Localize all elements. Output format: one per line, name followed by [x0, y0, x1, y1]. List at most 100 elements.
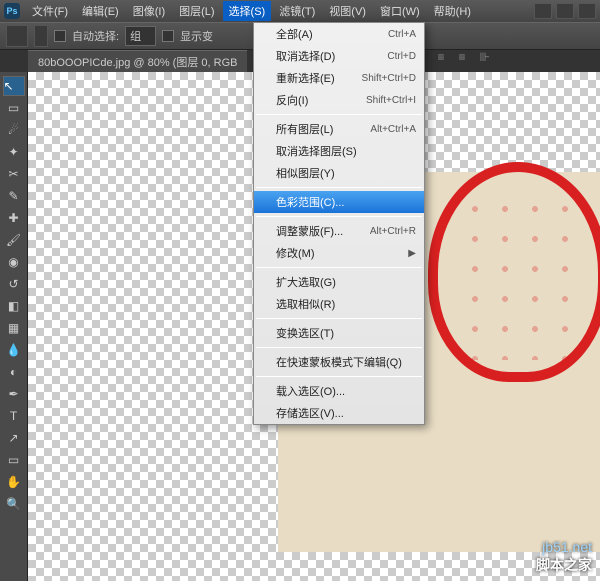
wand-tool[interactable]: ✦ [3, 142, 25, 162]
menu-item-label: 扩大选取(G) [276, 274, 336, 290]
watermark: jb51.net 脚本之家 [536, 539, 592, 575]
seal-graphic [428, 162, 600, 382]
screen-mode-button[interactable] [556, 3, 574, 19]
menu-separator [256, 114, 422, 115]
pen-tool[interactable]: ✒ [3, 384, 25, 404]
marquee-tool[interactable]: ▭ [3, 98, 25, 118]
menu-dropdown-item[interactable]: 取消选择(D) Ctrl+D [254, 45, 424, 67]
menu-item-label: 全部(A) [276, 26, 313, 42]
menu-dropdown-item[interactable]: 存储选区(V)... [254, 402, 424, 424]
menu-item[interactable]: 图层(L) [173, 1, 220, 21]
align-icon[interactable]: ≡ [459, 50, 466, 64]
menu-item[interactable]: 滤镜(T) [273, 1, 321, 21]
menu-dropdown-item[interactable]: 在快速蒙板模式下编辑(Q) [254, 351, 424, 373]
show-transform-checkbox[interactable] [162, 30, 174, 42]
auto-select-label: 自动选择: [72, 28, 119, 44]
align-icon[interactable]: ⊪ [480, 50, 490, 64]
menu-item-label: 取消选择图层(S) [276, 143, 357, 159]
arrange-button[interactable] [578, 3, 596, 19]
path-tool[interactable]: ↗ [3, 428, 25, 448]
workspace-button[interactable] [534, 3, 552, 19]
menu-item[interactable]: 窗口(W) [374, 1, 426, 21]
watermark-text: 脚本之家 [536, 555, 592, 575]
menu-dropdown-item[interactable]: 所有图层(L) Alt+Ctrl+A [254, 118, 424, 140]
menu-item-label: 载入选区(O)... [276, 383, 345, 399]
align-icons: ≡ ≡ ≡ ⊪ [417, 50, 491, 64]
menu-item-label: 变换选区(T) [276, 325, 334, 341]
eraser-tool[interactable]: ◧ [3, 296, 25, 316]
menu-item-label: 反向(I) [276, 92, 308, 108]
stamp-tool[interactable]: ◉ [3, 252, 25, 272]
select-menu-dropdown: 全部(A) Ctrl+A 取消选择(D) Ctrl+D 重新选择(E) Shift+Ctr… [253, 22, 425, 425]
toolbox: ↖▭☄✦✂✎✚🖌◉↺◧▦💧◐✒T↗▭✋🔍 [0, 72, 28, 581]
align-icon[interactable]: ≡ [438, 50, 445, 64]
menu-item-label: 色彩范围(C)... [276, 194, 344, 210]
heal-tool[interactable]: ✚ [3, 208, 25, 228]
menu-item-label: 调整蒙版(F)... [276, 223, 343, 239]
app-logo: Ps [4, 3, 20, 19]
menu-item-label: 所有图层(L) [276, 121, 333, 137]
hand-tool[interactable]: ✋ [3, 472, 25, 492]
menu-shortcut: Shift+Ctrl+I [366, 95, 416, 106]
menu-dropdown-item[interactable]: 变换选区(T) [254, 322, 424, 344]
blur-tool[interactable]: 💧 [3, 340, 25, 360]
show-transform-label: 显示变 [180, 28, 213, 44]
titlebar-right [534, 3, 596, 19]
menu-item[interactable]: 视图(V) [323, 1, 372, 21]
menu-separator [256, 318, 422, 319]
menu-shortcut: Shift+Ctrl+D [362, 73, 416, 84]
menu-item-label: 在快速蒙板模式下编辑(Q) [276, 354, 402, 370]
type-tool[interactable]: T [3, 406, 25, 426]
shape-tool[interactable]: ▭ [3, 450, 25, 470]
menu-item[interactable]: 图像(I) [127, 1, 171, 21]
auto-select-dropdown[interactable]: 组 [125, 26, 156, 46]
submenu-arrow-icon: ▶ [408, 248, 416, 259]
menu-separator [256, 267, 422, 268]
menu-dropdown-item[interactable]: 调整蒙版(F)... Alt+Ctrl+R [254, 220, 424, 242]
menu-dropdown-item[interactable]: 色彩范围(C)... [254, 191, 424, 213]
menu-separator [256, 347, 422, 348]
menu-dropdown-item[interactable]: 选取相似(R) [254, 293, 424, 315]
menu-item[interactable]: 帮助(H) [428, 1, 477, 21]
menu-dropdown-item[interactable]: 相似图层(Y) [254, 162, 424, 184]
zoom-tool[interactable]: 🔍 [3, 494, 25, 514]
title-bar: Ps 文件(F)编辑(E)图像(I)图层(L)选择(S)滤镜(T)视图(V)窗口… [0, 0, 600, 22]
menu-item-label: 修改(M) [276, 245, 315, 261]
menu-item[interactable]: 编辑(E) [76, 1, 125, 21]
menu-separator [256, 216, 422, 217]
menu-dropdown-item[interactable]: 反向(I) Shift+Ctrl+I [254, 89, 424, 111]
history-brush-tool[interactable]: ↺ [3, 274, 25, 294]
dodge-tool[interactable]: ◐ [3, 362, 25, 382]
menu-item-label: 选取相似(R) [276, 296, 335, 312]
tool-preset-dropdown[interactable] [34, 25, 48, 47]
crop-tool[interactable]: ✂ [3, 164, 25, 184]
menu-shortcut: Alt+Ctrl+R [370, 226, 416, 237]
tool-preset-icon[interactable] [6, 25, 28, 47]
menu-bar: 文件(F)编辑(E)图像(I)图层(L)选择(S)滤镜(T)视图(V)窗口(W)… [26, 1, 477, 21]
gradient-tool[interactable]: ▦ [3, 318, 25, 338]
menu-item[interactable]: 文件(F) [26, 1, 74, 21]
menu-shortcut: Ctrl+A [388, 29, 416, 40]
lasso-tool[interactable]: ☄ [3, 120, 25, 140]
menu-item-label: 重新选择(E) [276, 70, 335, 86]
menu-separator [256, 187, 422, 188]
auto-select-checkbox[interactable] [54, 30, 66, 42]
menu-item[interactable]: 选择(S) [223, 1, 272, 21]
eyedropper-tool[interactable]: ✎ [3, 186, 25, 206]
menu-dropdown-item[interactable]: 重新选择(E) Shift+Ctrl+D [254, 67, 424, 89]
menu-separator [256, 376, 422, 377]
menu-dropdown-item[interactable]: 取消选择图层(S) [254, 140, 424, 162]
menu-shortcut: Alt+Ctrl+A [370, 124, 416, 135]
menu-shortcut: Ctrl+D [387, 51, 416, 62]
menu-dropdown-item[interactable]: 全部(A) Ctrl+A [254, 23, 424, 45]
menu-item-label: 相似图层(Y) [276, 165, 335, 181]
document-tab[interactable]: 80bOOOPICde.jpg @ 80% (图层 0, RGB [28, 50, 247, 73]
menu-item-label: 存储选区(V)... [276, 405, 344, 421]
menu-dropdown-item[interactable]: 修改(M) ▶ [254, 242, 424, 264]
brush-tool[interactable]: 🖌 [3, 230, 25, 250]
watermark-url: jb51.net [536, 539, 592, 555]
move-tool[interactable]: ↖ [3, 76, 25, 96]
menu-item-label: 取消选择(D) [276, 48, 335, 64]
menu-dropdown-item[interactable]: 扩大选取(G) [254, 271, 424, 293]
menu-dropdown-item[interactable]: 载入选区(O)... [254, 380, 424, 402]
